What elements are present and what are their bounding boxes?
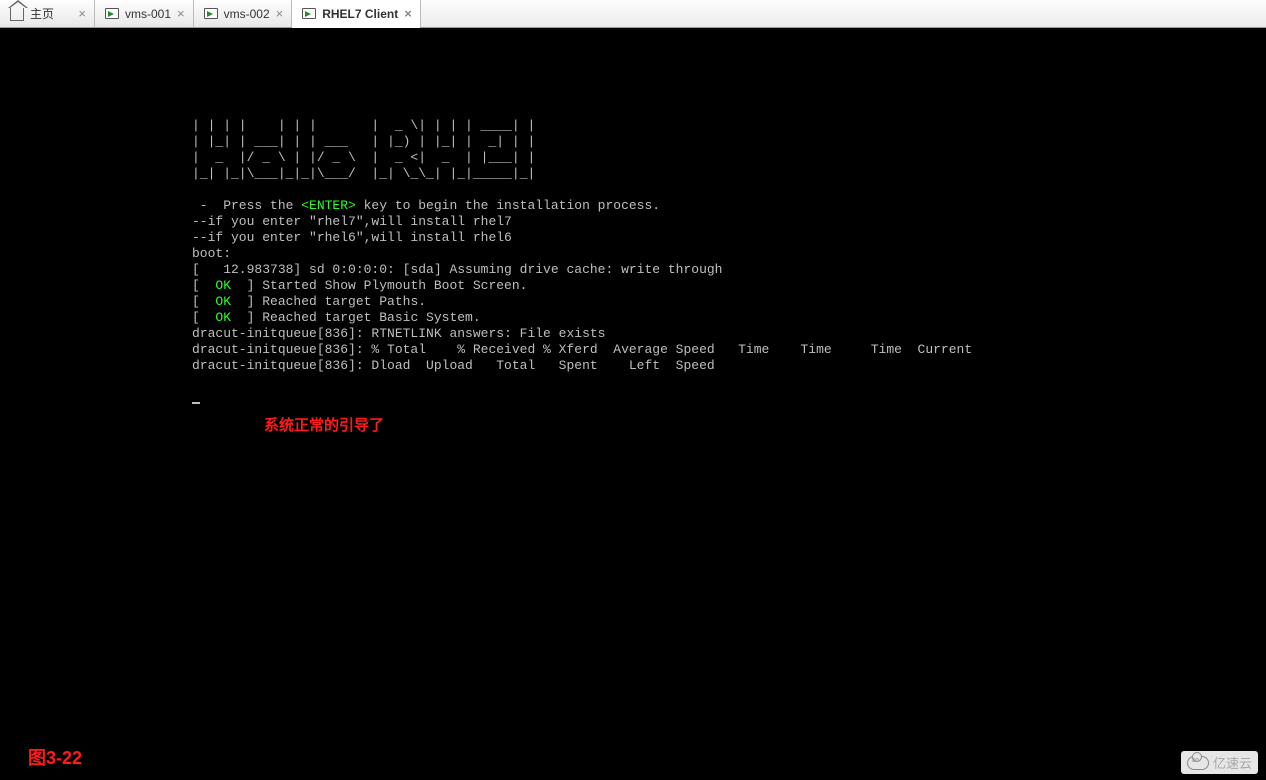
dracut-line: dracut-initqueue[836]: % Total % Receive… bbox=[192, 342, 972, 357]
ok-badge: OK bbox=[215, 310, 231, 325]
tab-vms-001[interactable]: vms-001 × bbox=[95, 0, 194, 27]
ok-badge: OK bbox=[215, 278, 231, 293]
home-icon bbox=[10, 7, 24, 21]
enter-key-hint: <ENTER> bbox=[301, 198, 356, 213]
ok-line: [ OK ] Reached target Paths. bbox=[192, 294, 426, 309]
ok-line: [ OK ] Reached target Basic System. bbox=[192, 310, 481, 325]
vm-icon bbox=[302, 8, 316, 19]
dracut-line: dracut-initqueue[836]: RTNETLINK answers… bbox=[192, 326, 605, 341]
tab-label: vms-001 bbox=[125, 7, 171, 21]
tab-rhel7-client[interactable]: RHEL7 Client × bbox=[292, 0, 421, 27]
tab-label: RHEL7 Client bbox=[322, 7, 398, 21]
ascii-art-line: | | | | | | | | _ \| | | | ____| | bbox=[192, 118, 535, 133]
close-icon[interactable]: × bbox=[404, 7, 412, 20]
ascii-art-line: |_| |_|\___|_|_|\___/ |_| \_\_| |_|_____… bbox=[192, 166, 535, 181]
sd-line: [ 12.983738] sd 0:0:0:0: [sda] Assuming … bbox=[192, 262, 723, 277]
cloud-icon bbox=[1187, 756, 1209, 770]
tab-bar: 主页 × vms-001 × vms-002 × RHEL7 Client × bbox=[0, 0, 1266, 28]
tab-home[interactable]: 主页 × bbox=[0, 0, 95, 27]
close-icon[interactable]: × bbox=[177, 7, 185, 20]
tab-label: 主页 bbox=[30, 5, 54, 22]
hint-rhel6: --if you enter "rhel6",will install rhel… bbox=[192, 230, 512, 245]
press-suffix: key to begin the installation process. bbox=[356, 198, 660, 213]
close-icon[interactable]: × bbox=[276, 7, 284, 20]
watermark-text: 亿速云 bbox=[1213, 753, 1252, 772]
vm-icon bbox=[105, 8, 119, 19]
press-prefix: - Press the bbox=[192, 198, 301, 213]
boot-prompt: boot: bbox=[192, 246, 231, 261]
ascii-art-line: | _ |/ _ \ | |/ _ \ | _ <| _ | |___| | bbox=[192, 150, 535, 165]
ok-line: [ OK ] Started Show Plymouth Boot Screen… bbox=[192, 278, 527, 293]
vm-icon bbox=[204, 8, 218, 19]
dracut-line: dracut-initqueue[836]: Dload Upload Tota… bbox=[192, 358, 715, 373]
ascii-art-line: | |_| | ___| | | ___ | |_) | |_| | _| | … bbox=[192, 134, 535, 149]
hint-rhel7: --if you enter "rhel7",will install rhel… bbox=[192, 214, 512, 229]
tab-vms-002[interactable]: vms-002 × bbox=[194, 0, 293, 27]
close-icon[interactable]: × bbox=[78, 7, 86, 20]
cursor-icon bbox=[192, 402, 200, 404]
figure-caption: 图3-22 bbox=[28, 744, 82, 770]
ok-badge: OK bbox=[215, 294, 231, 309]
tab-label: vms-002 bbox=[224, 7, 270, 21]
watermark: 亿速云 bbox=[1181, 751, 1258, 774]
annotation-message: 系统正常的引导了 bbox=[264, 414, 384, 435]
vm-console[interactable]: | | | | | | | | _ \| | | | ____| | | |_|… bbox=[0, 28, 1266, 780]
